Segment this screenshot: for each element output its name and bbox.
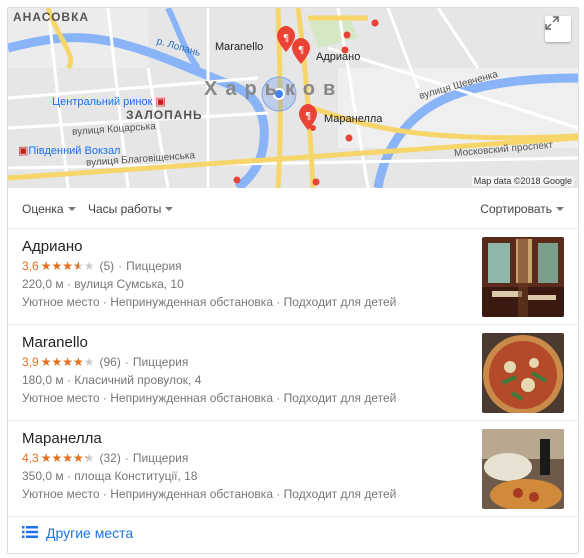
rating-value: 3,9 — [22, 355, 39, 369]
result-features: Уютное место · Непринужденная обстановка… — [22, 487, 397, 501]
result-item-maranello[interactable]: Maranello 3,9 ★★★★★ ★★★★★ (96) · Пиццери… — [8, 325, 578, 421]
result-photo[interactable] — [482, 429, 564, 509]
rating-filter-label: Оценка — [22, 202, 64, 216]
result-address: 220,0 м · вулиця Сумська, 10 — [22, 277, 184, 291]
review-count[interactable]: (5) — [99, 259, 114, 273]
result-rating-row: 3,9 ★★★★★ ★★★★★ (96) · Пиццерия — [22, 355, 188, 369]
result-features: Уютное место · Непринужденная обстановка… — [22, 391, 397, 405]
result-item-adriano[interactable]: Адриано 3,6 ★★★★★ ★★★★★ (5) · Пиццерия 2… — [8, 229, 578, 325]
star-rating: ★★★★★ ★★★★★ — [41, 259, 95, 273]
sort-dropdown[interactable]: Сортировать — [480, 202, 564, 216]
separator: · — [124, 451, 129, 465]
local-results-card: ¶ ¶ ¶ АНАСОВКА р. Лопань Центральний рин… — [7, 7, 579, 554]
stars-filled: ★★★★★ — [40, 355, 83, 369]
hours-filter-dropdown[interactable]: Часы работы — [88, 202, 174, 216]
svg-text:¶: ¶ — [283, 33, 289, 44]
map-city-label: Харьков — [204, 78, 344, 100]
caret-down-icon — [165, 207, 174, 211]
separator: · — [124, 355, 129, 369]
result-address: 180,0 м · Класичний провулок, 4 — [22, 373, 202, 387]
result-name[interactable]: Адриано — [22, 238, 82, 255]
list-icon — [22, 525, 38, 541]
result-features: Уютное место · Непринужденная обстановка… — [22, 295, 397, 309]
map-label-district: АНАСОВКА — [13, 10, 90, 24]
review-count[interactable]: (96) — [99, 355, 120, 369]
result-rating-row: 4,3 ★★★★★ ★★★★★ (32) · Пиццерия — [22, 451, 188, 465]
more-places-label: Другие места — [46, 525, 134, 541]
expand-icon — [545, 16, 559, 30]
result-photo[interactable] — [482, 237, 564, 317]
expand-map-button[interactable] — [545, 16, 571, 42]
map-attribution: Map data ©2018 Google — [471, 176, 574, 186]
rating-filter-dropdown[interactable]: Оценка — [22, 202, 76, 216]
star-rating: ★★★★★ ★★★★★ — [41, 451, 95, 465]
stars-filled: ★★★★★ — [40, 451, 87, 465]
place-type: Пиццерия — [126, 259, 182, 273]
result-name[interactable]: Маранелла — [22, 430, 102, 447]
train-icon: ▣ — [18, 145, 29, 157]
market-icon: ▣ — [155, 96, 166, 108]
result-name[interactable]: Maranello — [22, 334, 88, 351]
map-pin-label-maranello[interactable]: Maranello — [215, 41, 263, 53]
results-list: Адриано 3,6 ★★★★★ ★★★★★ (5) · Пиццерия 2… — [8, 229, 578, 517]
hours-filter-label: Часы работы — [88, 202, 162, 216]
result-photo[interactable] — [482, 333, 564, 413]
svg-text:¶: ¶ — [305, 111, 311, 122]
place-type: Пиццерия — [132, 451, 189, 465]
map-pin-label-adriano[interactable]: Адриано — [316, 51, 360, 63]
rating-value: 4,3 — [22, 451, 39, 465]
separator: · — [118, 259, 123, 273]
sort-label: Сортировать — [480, 202, 552, 216]
map-label-district: ЗАЛОПАНЬ — [126, 108, 203, 122]
filter-bar: Оценка Часы работы Сортировать — [8, 188, 578, 229]
caret-down-icon — [67, 207, 76, 211]
map-view[interactable]: ¶ ¶ ¶ АНАСОВКА р. Лопань Центральний рин… — [8, 8, 578, 188]
map-pin-label-maranella[interactable]: Маранелла — [324, 113, 382, 125]
map-label-station: ▣Південний Вокзал — [18, 145, 121, 157]
stars-filled: ★★★★★ — [40, 259, 80, 273]
review-count[interactable]: (32) — [99, 451, 120, 465]
result-rating-row: 3,6 ★★★★★ ★★★★★ (5) · Пиццерия — [22, 259, 182, 273]
result-address: 350,0 м · площа Конституції, 18 — [22, 469, 198, 483]
rating-value: 3,6 — [22, 259, 39, 273]
caret-down-icon — [556, 207, 564, 211]
svg-text:¶: ¶ — [298, 45, 304, 56]
star-rating: ★★★★★ ★★★★★ — [41, 355, 95, 369]
more-places-link[interactable]: Другие места — [22, 514, 133, 552]
result-item-maranella[interactable]: Маранелла 4,3 ★★★★★ ★★★★★ (32) · Пиццери… — [8, 421, 578, 517]
map-label-market: Центральний ринок ▣ — [52, 96, 166, 108]
place-type: Пиццерия — [132, 355, 189, 369]
